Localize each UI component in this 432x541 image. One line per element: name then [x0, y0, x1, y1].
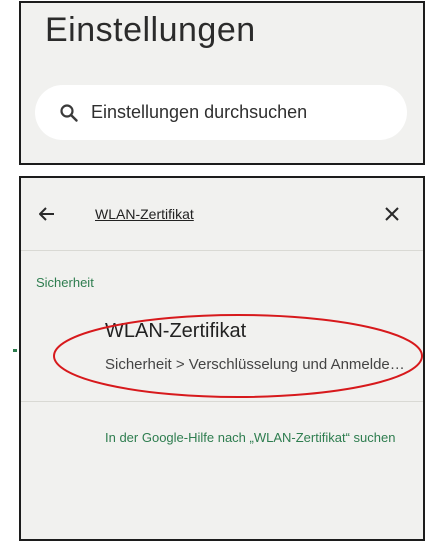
- close-icon[interactable]: [383, 205, 401, 223]
- highlight-ellipse-annotation: [53, 314, 423, 398]
- section-label: Sicherheit: [36, 275, 94, 290]
- search-top-bar: WLAN-Zertifikat: [21, 178, 423, 250]
- settings-search-bar[interactable]: Einstellungen durchsuchen: [35, 85, 407, 140]
- search-query-input[interactable]: WLAN-Zertifikat: [95, 206, 194, 222]
- page-title: Einstellungen: [45, 11, 256, 49]
- search-icon: [60, 104, 78, 122]
- search-results-panel: WLAN-Zertifikat Sicherheit WLAN-Zertifik…: [19, 176, 425, 541]
- top-bar-divider: [21, 250, 423, 251]
- side-marker: [13, 349, 17, 352]
- arrow-left-icon[interactable]: [37, 204, 57, 224]
- results-divider: [21, 401, 423, 402]
- settings-header-panel: Einstellungen Einstellungen durchsuchen: [19, 1, 425, 165]
- google-help-link[interactable]: In der Google-Hilfe nach „WLAN-Zertifika…: [105, 430, 415, 445]
- search-placeholder: Einstellungen durchsuchen: [91, 102, 308, 122]
